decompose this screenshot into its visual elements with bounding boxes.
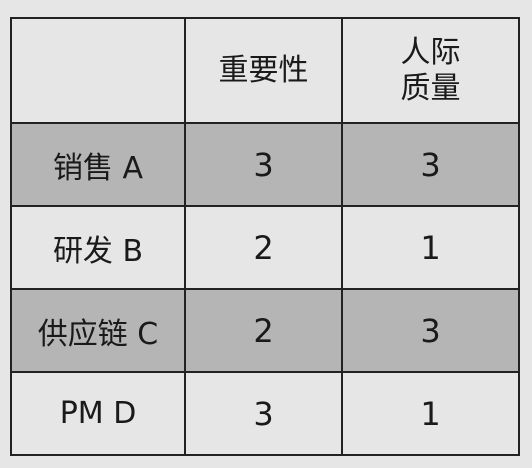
table-row: PM D 3 1 xyxy=(10,371,520,456)
interpersonal-quality-value: 1 xyxy=(341,205,520,290)
interpersonal-quality-value: 3 xyxy=(341,288,520,373)
table-container: 重要性 人际 质量 销售 A 3 3 研发 B 2 1 供应链 C 2 3 PM… xyxy=(10,17,520,456)
table-row: 供应链 C 2 3 xyxy=(10,288,520,373)
table-row: 销售 A 3 3 xyxy=(10,122,520,207)
interpersonal-quality-value: 3 xyxy=(341,122,520,207)
row-label: PM D xyxy=(10,371,186,456)
header-interpersonal-line1: 人际 xyxy=(400,34,461,70)
importance-value: 3 xyxy=(184,371,343,456)
header-interpersonal-quality: 人际 质量 xyxy=(341,17,520,124)
importance-value: 2 xyxy=(184,288,343,373)
row-label: 销售 A xyxy=(10,122,186,207)
header-importance: 重要性 xyxy=(184,17,343,124)
header-interpersonal-line2: 质量 xyxy=(400,70,461,106)
table-row: 研发 B 2 1 xyxy=(10,205,520,290)
interpersonal-quality-value: 1 xyxy=(341,371,520,456)
row-label: 研发 B xyxy=(10,205,186,290)
importance-value: 3 xyxy=(184,122,343,207)
data-table: 重要性 人际 质量 销售 A 3 3 研发 B 2 1 供应链 C 2 3 PM… xyxy=(10,17,520,456)
header-row: 重要性 人际 质量 xyxy=(10,17,520,124)
importance-value: 2 xyxy=(184,205,343,290)
row-label: 供应链 C xyxy=(10,288,186,373)
header-corner-cell xyxy=(10,17,186,124)
